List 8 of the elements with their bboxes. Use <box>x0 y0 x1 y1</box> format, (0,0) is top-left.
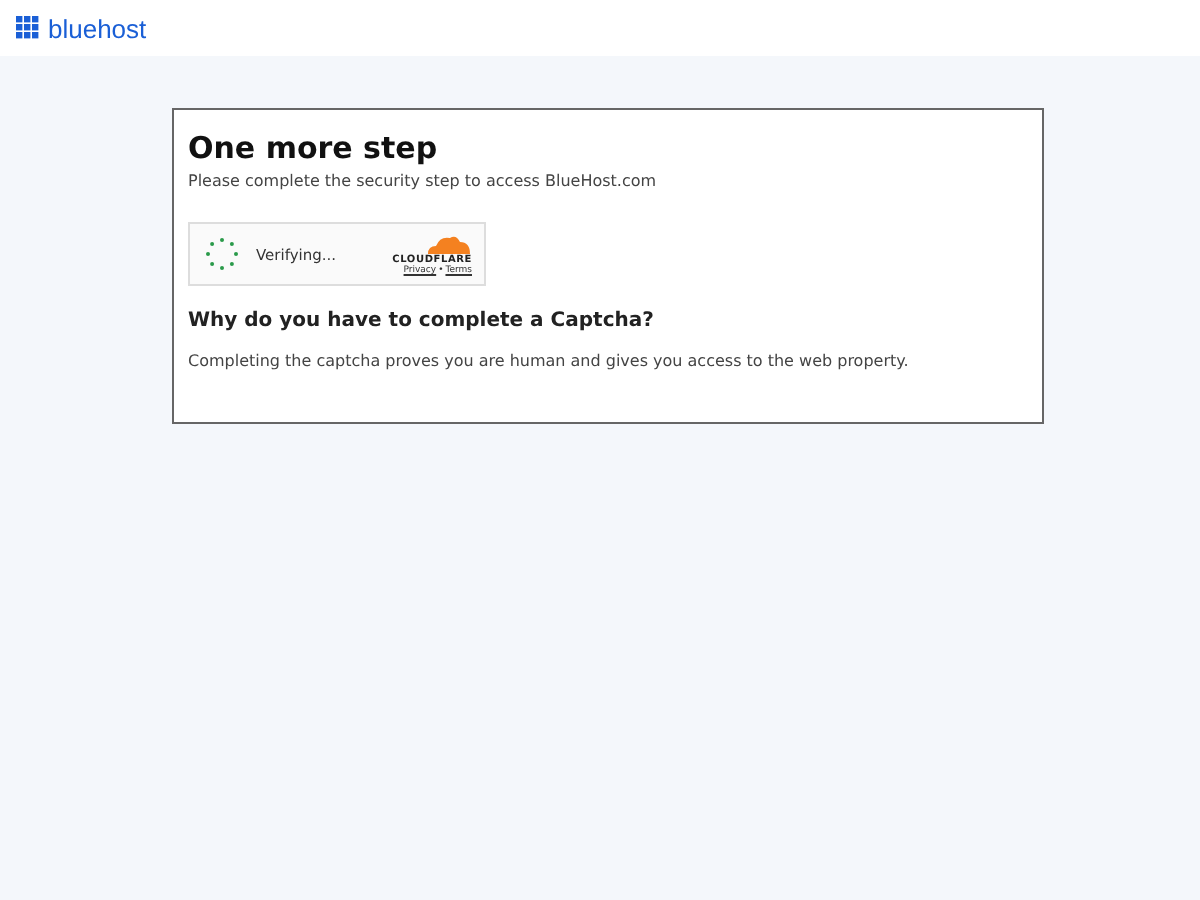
explanation-text: Completing the captcha proves you are human and gives you access to the web property. <box>188 352 911 370</box>
logo-wordmark: bluehost <box>48 13 147 43</box>
subtitle-text: Please complete the security step to access BlueHost.com <box>188 172 659 190</box>
spinner-icon <box>202 234 242 274</box>
page-title: One more step <box>188 130 440 166</box>
section-heading: Why do you have to complete a Captcha? <box>188 310 656 332</box>
grid-logo-icon <box>16 16 40 40</box>
cloud-icon <box>424 233 472 253</box>
